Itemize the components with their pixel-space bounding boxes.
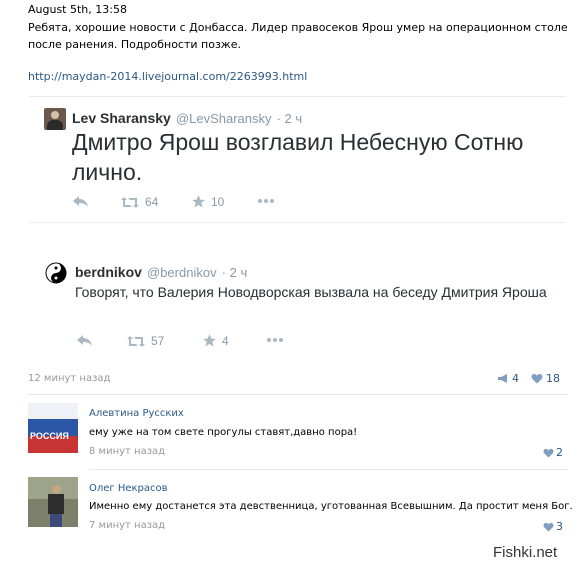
- tweet1-reply-button[interactable]: [72, 195, 89, 208]
- tweet1-time[interactable]: · 2 ч: [277, 111, 303, 126]
- star-icon: [192, 195, 205, 208]
- tweet2-reply-button[interactable]: [76, 334, 93, 347]
- comment1-author[interactable]: Алевтина Русских: [89, 408, 184, 419]
- tweet2-more-button[interactable]: [266, 334, 284, 346]
- tweet1-retweet-count: 64: [145, 195, 159, 209]
- comment2-like-count: 3: [556, 520, 563, 533]
- megaphone-icon: [498, 374, 507, 383]
- tweet2-retweet-button[interactable]: 57: [126, 334, 164, 348]
- tweet2-favorite-count: 4: [222, 333, 229, 348]
- comment2-avatar[interactable]: [28, 477, 78, 527]
- tweet1-header: Lev Sharansky @LevSharansky · 2 ч: [72, 108, 302, 127]
- post-text: Ребята, хорошие новости с Донбасса. Лиде…: [28, 21, 568, 51]
- yin-yang-icon: [45, 262, 67, 284]
- watermark: Fishki.net: [493, 544, 558, 561]
- tweet1-name[interactable]: Lev Sharansky: [72, 110, 171, 126]
- tweet2-retweet-count: 57: [151, 334, 165, 348]
- tweet1-avatar[interactable]: [44, 108, 66, 130]
- tweet1-more-button[interactable]: [257, 195, 275, 207]
- reply-icon: [77, 335, 92, 346]
- tweet1-top-border: [29, 96, 566, 97]
- tweet1-favorite-count: 10: [211, 194, 225, 209]
- more-icon: [267, 338, 283, 342]
- repost-button[interactable]: 4: [497, 372, 519, 385]
- star-icon: [203, 334, 216, 347]
- heart-icon: [531, 374, 543, 384]
- post-date: August 5th, 13:58: [28, 3, 127, 16]
- tweet1-bottom-border: [29, 222, 566, 223]
- tweet2-name[interactable]: berdnikov: [75, 264, 142, 280]
- repost-count: 4: [512, 372, 519, 385]
- like-count: 18: [546, 372, 560, 385]
- tweet1-handle[interactable]: @LevSharansky: [176, 111, 272, 126]
- comment1-text: ему уже на том свете прогулы ставят,давн…: [89, 427, 358, 438]
- comment2-text: Именно ему достанется эта девственница, …: [89, 501, 573, 512]
- comment1-like-count: 2: [556, 446, 563, 459]
- more-icon: [258, 199, 274, 203]
- tweet2-handle[interactable]: @berdnikov: [147, 265, 217, 280]
- like-button[interactable]: 18: [531, 372, 560, 385]
- heart-icon: [543, 448, 554, 458]
- comment1-time[interactable]: 8 минут назад: [89, 446, 165, 457]
- comment1-like-button[interactable]: 2: [543, 446, 563, 459]
- tweet2-text: Говорят, что Валерия Новодворская вызвал…: [75, 284, 547, 300]
- tweet2-header: berdnikov @berdnikov · 2 ч: [75, 262, 247, 281]
- post-time[interactable]: 12 минут назад: [28, 373, 110, 384]
- comments-divider: [28, 394, 568, 395]
- post-link[interactable]: http://maydan-2014.livejournal.com/22639…: [28, 70, 307, 83]
- comment2-author[interactable]: Олег Некрасов: [89, 483, 168, 494]
- heart-icon: [543, 522, 554, 532]
- comment2-time[interactable]: 7 минут назад: [89, 520, 165, 531]
- comment1-avatar-label: РОССИЯ: [30, 431, 69, 441]
- reply-icon: [73, 196, 88, 207]
- tweet2-favorite-button[interactable]: 4: [202, 333, 229, 348]
- retweet-icon: [121, 196, 139, 208]
- tweet1-favorite-button[interactable]: 10: [191, 194, 224, 209]
- tweet2-time[interactable]: · 2 ч: [222, 265, 248, 280]
- tweet1-text: Дмитро Ярош возглавил Небесную Сотню лич…: [72, 129, 524, 185]
- comment-divider: [89, 469, 568, 470]
- tweet1-retweet-button[interactable]: 64: [120, 195, 158, 209]
- comment2-like-button[interactable]: 3: [543, 520, 563, 533]
- tweet2-avatar[interactable]: [45, 262, 67, 284]
- retweet-icon: [127, 335, 145, 347]
- comment1-avatar[interactable]: РОССИЯ: [28, 403, 78, 453]
